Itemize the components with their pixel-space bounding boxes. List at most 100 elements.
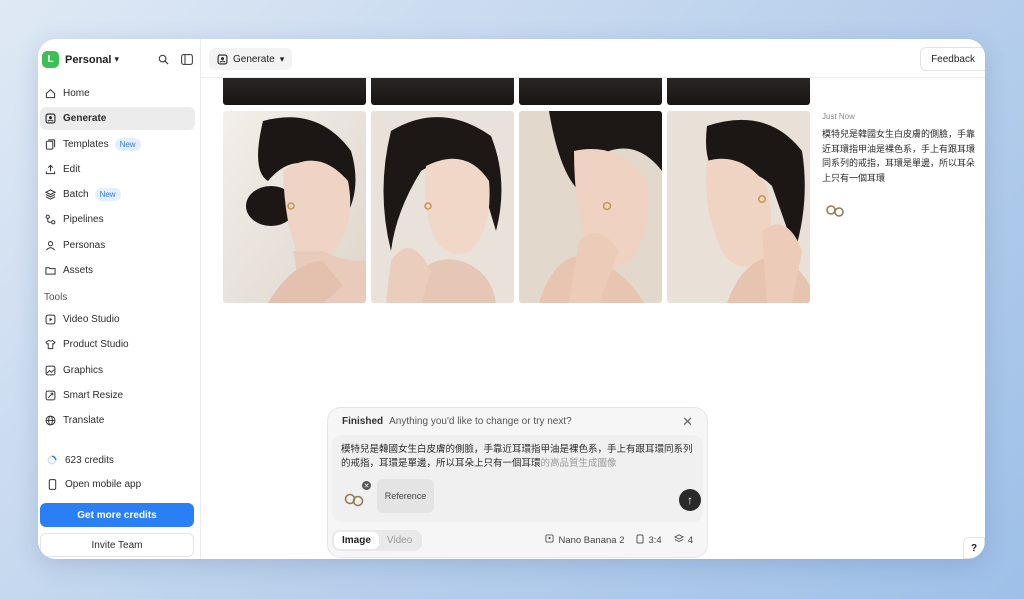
shirt-icon — [45, 339, 56, 350]
video-icon — [45, 314, 56, 325]
app-window: L Personal ▾ Home Generate Templates New… — [38, 39, 985, 559]
globe-icon — [45, 415, 56, 426]
send-button[interactable]: ↑ — [679, 489, 701, 511]
main-area: Generate ▾ Feedback Just Now 模特兒是韓國女生白皮膚… — [201, 39, 985, 559]
batch-icon — [45, 189, 56, 200]
previous-result-image[interactable] — [519, 78, 662, 105]
prompt-suggestion: 的高品質生成圖像 — [540, 458, 617, 469]
search-icon[interactable] — [156, 52, 170, 66]
prompt-composer: Finished Anything you'd like to change o… — [327, 407, 708, 558]
sidebar-item-label: Video Studio — [63, 314, 120, 326]
workspace-name: Personal — [65, 53, 112, 66]
count-selector[interactable]: 4 — [673, 533, 693, 547]
credits-ring-icon — [45, 453, 59, 467]
ratio-label: 3:4 — [648, 534, 662, 546]
sidebar-item-label: Graphics — [63, 364, 104, 376]
credits-count: 623 credits — [65, 454, 114, 466]
new-badge: New — [94, 188, 121, 202]
folder-icon — [45, 265, 56, 276]
sidebar-item-batch[interactable]: Batch New — [40, 183, 195, 206]
sidebar: L Personal ▾ Home Generate Templates New… — [38, 39, 201, 559]
sidebar-item-label: Translate — [63, 415, 105, 427]
mode-video-tab[interactable]: Video — [379, 532, 420, 549]
home-icon — [45, 88, 56, 99]
status-label: Finished — [342, 415, 384, 427]
credits-indicator[interactable]: 623 credits — [45, 453, 114, 467]
mode-image-tab[interactable]: Image — [334, 531, 379, 549]
resize-icon — [45, 390, 56, 401]
sidebar-item-label: Smart Resize — [63, 389, 124, 401]
topbar: Generate ▾ Feedback — [201, 39, 985, 78]
result-prompt: 模特兒是韓國女生白皮膚的側臉，手靠近耳環指甲油是裸色系，手上有跟耳環同系列的戒指… — [822, 129, 976, 183]
close-icon[interactable]: ✕ — [682, 414, 693, 430]
workspace-switcher[interactable]: L Personal ▾ — [42, 51, 119, 68]
generate-icon — [45, 113, 56, 124]
sidebar-item-home[interactable]: Home — [40, 82, 195, 105]
sidebar-item-templates[interactable]: Templates New — [40, 133, 195, 156]
sidebar-item-label: Edit — [63, 163, 81, 175]
sidebar-item-video-studio[interactable]: Video Studio — [40, 308, 195, 331]
graphics-icon — [45, 365, 56, 376]
tools-section-label: Tools — [44, 292, 68, 304]
generation-options: Nano Banana 2 3:4 4 — [545, 533, 693, 547]
model-icon — [545, 534, 555, 546]
ratio-icon — [636, 534, 644, 547]
sidebar-item-assets[interactable]: Assets — [40, 259, 195, 282]
pipelines-icon — [45, 214, 56, 225]
generate-icon — [217, 54, 228, 65]
generate-dropdown[interactable]: Generate ▾ — [209, 48, 293, 70]
sidebar-item-product-studio[interactable]: Product Studio — [40, 333, 195, 356]
sidebar-item-pipelines[interactable]: Pipelines — [40, 208, 195, 231]
new-badge: New — [114, 137, 141, 151]
previous-result-image[interactable] — [223, 78, 366, 105]
phone-icon — [45, 477, 59, 491]
previous-result-image[interactable] — [371, 78, 514, 105]
open-mobile-app-link[interactable]: Open mobile app — [45, 477, 141, 491]
result-timestamp: Just Now — [822, 112, 855, 121]
generated-image[interactable] — [223, 111, 366, 303]
count-label: 4 — [687, 534, 693, 546]
get-more-credits-button[interactable]: Get more credits — [40, 503, 194, 527]
chevron-down-icon: ▾ — [114, 54, 119, 64]
workspace-avatar: L — [42, 51, 59, 68]
sidebar-item-label: Personas — [63, 239, 106, 251]
chevron-down-icon: ▾ — [279, 53, 285, 64]
remove-reference-icon[interactable]: ✕ — [362, 481, 371, 490]
generated-image[interactable] — [519, 111, 662, 303]
sidebar-item-label: Batch — [63, 189, 89, 201]
invite-team-button[interactable]: Invite Team — [40, 533, 194, 557]
generate-label: Generate — [233, 53, 275, 65]
composer-footer: Image Video Nano Banana 2 3:4 4 — [332, 529, 703, 551]
prompt-text: 模特兒是韓國女生白皮膚的側臉，手靠近耳環指甲油是裸色系，手上有跟耳環同系列的戒指… — [341, 444, 693, 469]
sidebar-item-personas[interactable]: Personas — [40, 234, 195, 257]
generated-image[interactable] — [371, 111, 514, 303]
mobile-app-label: Open mobile app — [65, 478, 142, 490]
reference-button[interactable]: Reference — [377, 479, 434, 513]
arrow-up-icon: ↑ — [687, 493, 693, 507]
sidebar-item-label: Product Studio — [63, 339, 129, 351]
composer-hint: Anything you'd like to change or try nex… — [389, 415, 572, 427]
previous-result-image[interactable] — [667, 78, 810, 105]
sidebar-item-graphics[interactable]: Graphics — [40, 359, 195, 382]
templates-icon — [45, 139, 56, 150]
feedback-button[interactable]: Feedback — [920, 47, 985, 71]
reference-earring-icon[interactable] — [824, 202, 846, 225]
sidebar-item-translate[interactable]: Translate — [40, 409, 195, 432]
sidebar-toggle-icon[interactable] — [180, 52, 194, 66]
sidebar-item-label: Pipelines — [63, 214, 104, 226]
sidebar-item-label: Home — [63, 88, 90, 99]
generated-image[interactable] — [667, 111, 810, 303]
model-selector[interactable]: Nano Banana 2 — [545, 534, 624, 546]
edit-icon — [45, 164, 56, 175]
aspect-ratio-selector[interactable]: 3:4 — [636, 534, 662, 547]
help-button[interactable]: ? — [963, 537, 985, 559]
composer-header: Finished Anything you'd like to change o… — [328, 408, 707, 434]
sidebar-item-label: Generate — [63, 113, 107, 125]
sidebar-item-smart-resize[interactable]: Smart Resize — [40, 384, 195, 407]
mode-toggle: Image Video — [332, 529, 423, 551]
prompt-input-area[interactable]: 模特兒是韓國女生白皮膚的側臉，手靠近耳環指甲油是裸色系，手上有跟耳環同系列的戒指… — [332, 435, 703, 522]
model-label: Nano Banana 2 — [558, 534, 625, 546]
prompt-input[interactable]: 模特兒是韓國女生白皮膚的側臉，手靠近耳環指甲油是裸色系，手上有跟耳環同系列的戒指… — [341, 443, 701, 471]
sidebar-item-edit[interactable]: Edit — [40, 158, 195, 181]
sidebar-item-generate[interactable]: Generate — [40, 107, 195, 131]
